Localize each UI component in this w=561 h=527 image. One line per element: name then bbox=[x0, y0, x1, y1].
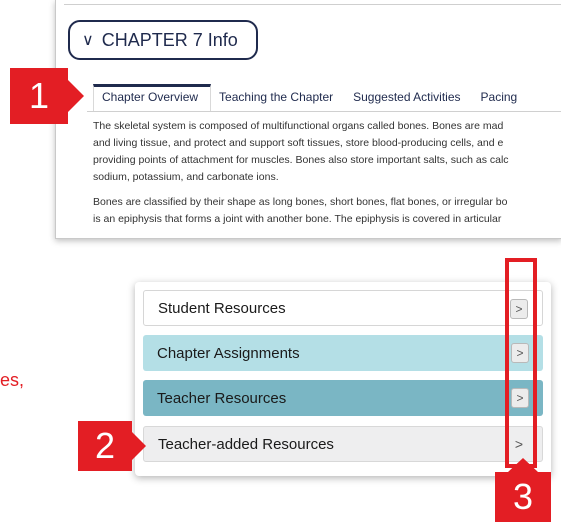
overview-paragraph-1: The skeletal system is composed of multi… bbox=[93, 118, 561, 186]
overview-line: sodium, potassium, and carbonate ions. bbox=[93, 171, 279, 183]
overview-line: Bones are classified by their shape as l… bbox=[93, 196, 508, 208]
overview-paragraph-2: Bones are classified by their shape as l… bbox=[93, 194, 561, 228]
side-text-fragment: es, bbox=[0, 370, 25, 390]
overview-line: is an epiphysis that forms a joint with … bbox=[93, 213, 502, 225]
overview-line: and living tissue, and protect and suppo… bbox=[93, 137, 504, 149]
chapter-overview-text: The skeletal system is composed of multi… bbox=[93, 118, 561, 238]
overview-line: The skeletal system is composed of multi… bbox=[93, 120, 504, 132]
callout-badge-1: 1 bbox=[10, 68, 84, 124]
student-resources-label: Student Resources bbox=[158, 299, 286, 317]
chapter-info-panel: ∨ CHAPTER 7 Info Chapter Overview Teachi… bbox=[55, 0, 561, 239]
chapter-assignments-label: Chapter Assignments bbox=[157, 344, 300, 362]
arrow-column-highlight bbox=[505, 258, 537, 468]
tab-teaching-the-chapter[interactable]: Teaching the Chapter bbox=[211, 84, 345, 112]
teacher-resources-row[interactable]: Teacher Resources > bbox=[143, 380, 543, 416]
teacher-resources-label: Teacher Resources bbox=[157, 389, 287, 407]
chapter-info-label: CHAPTER 7 Info bbox=[101, 29, 238, 50]
chapter-assignments-row[interactable]: Chapter Assignments > bbox=[143, 335, 543, 371]
overview-line: providing points of attachment for muscl… bbox=[93, 154, 509, 166]
tab-chapter-overview[interactable]: Chapter Overview bbox=[93, 84, 212, 112]
resources-panel: Student Resources > Chapter Assignments … bbox=[135, 282, 551, 476]
chapter-tabs: Chapter Overview Teaching the Chapter Su… bbox=[93, 84, 561, 112]
chapter-info-toggle[interactable]: ∨ CHAPTER 7 Info bbox=[68, 20, 258, 60]
callout-badge-2: 2 bbox=[78, 421, 146, 471]
tab-suggested-activities[interactable]: Suggested Activities bbox=[345, 84, 472, 112]
tabs-divider bbox=[87, 111, 561, 112]
teacher-added-resources-row[interactable]: Teacher-added Resources > bbox=[143, 426, 543, 462]
chevron-down-icon: ∨ bbox=[82, 32, 94, 49]
student-resources-row[interactable]: Student Resources > bbox=[143, 290, 543, 326]
callout-badge-3: 3 bbox=[495, 458, 551, 522]
teacher-added-resources-label: Teacher-added Resources bbox=[158, 435, 334, 453]
divider bbox=[64, 4, 561, 5]
tab-pacing[interactable]: Pacing bbox=[473, 84, 530, 112]
